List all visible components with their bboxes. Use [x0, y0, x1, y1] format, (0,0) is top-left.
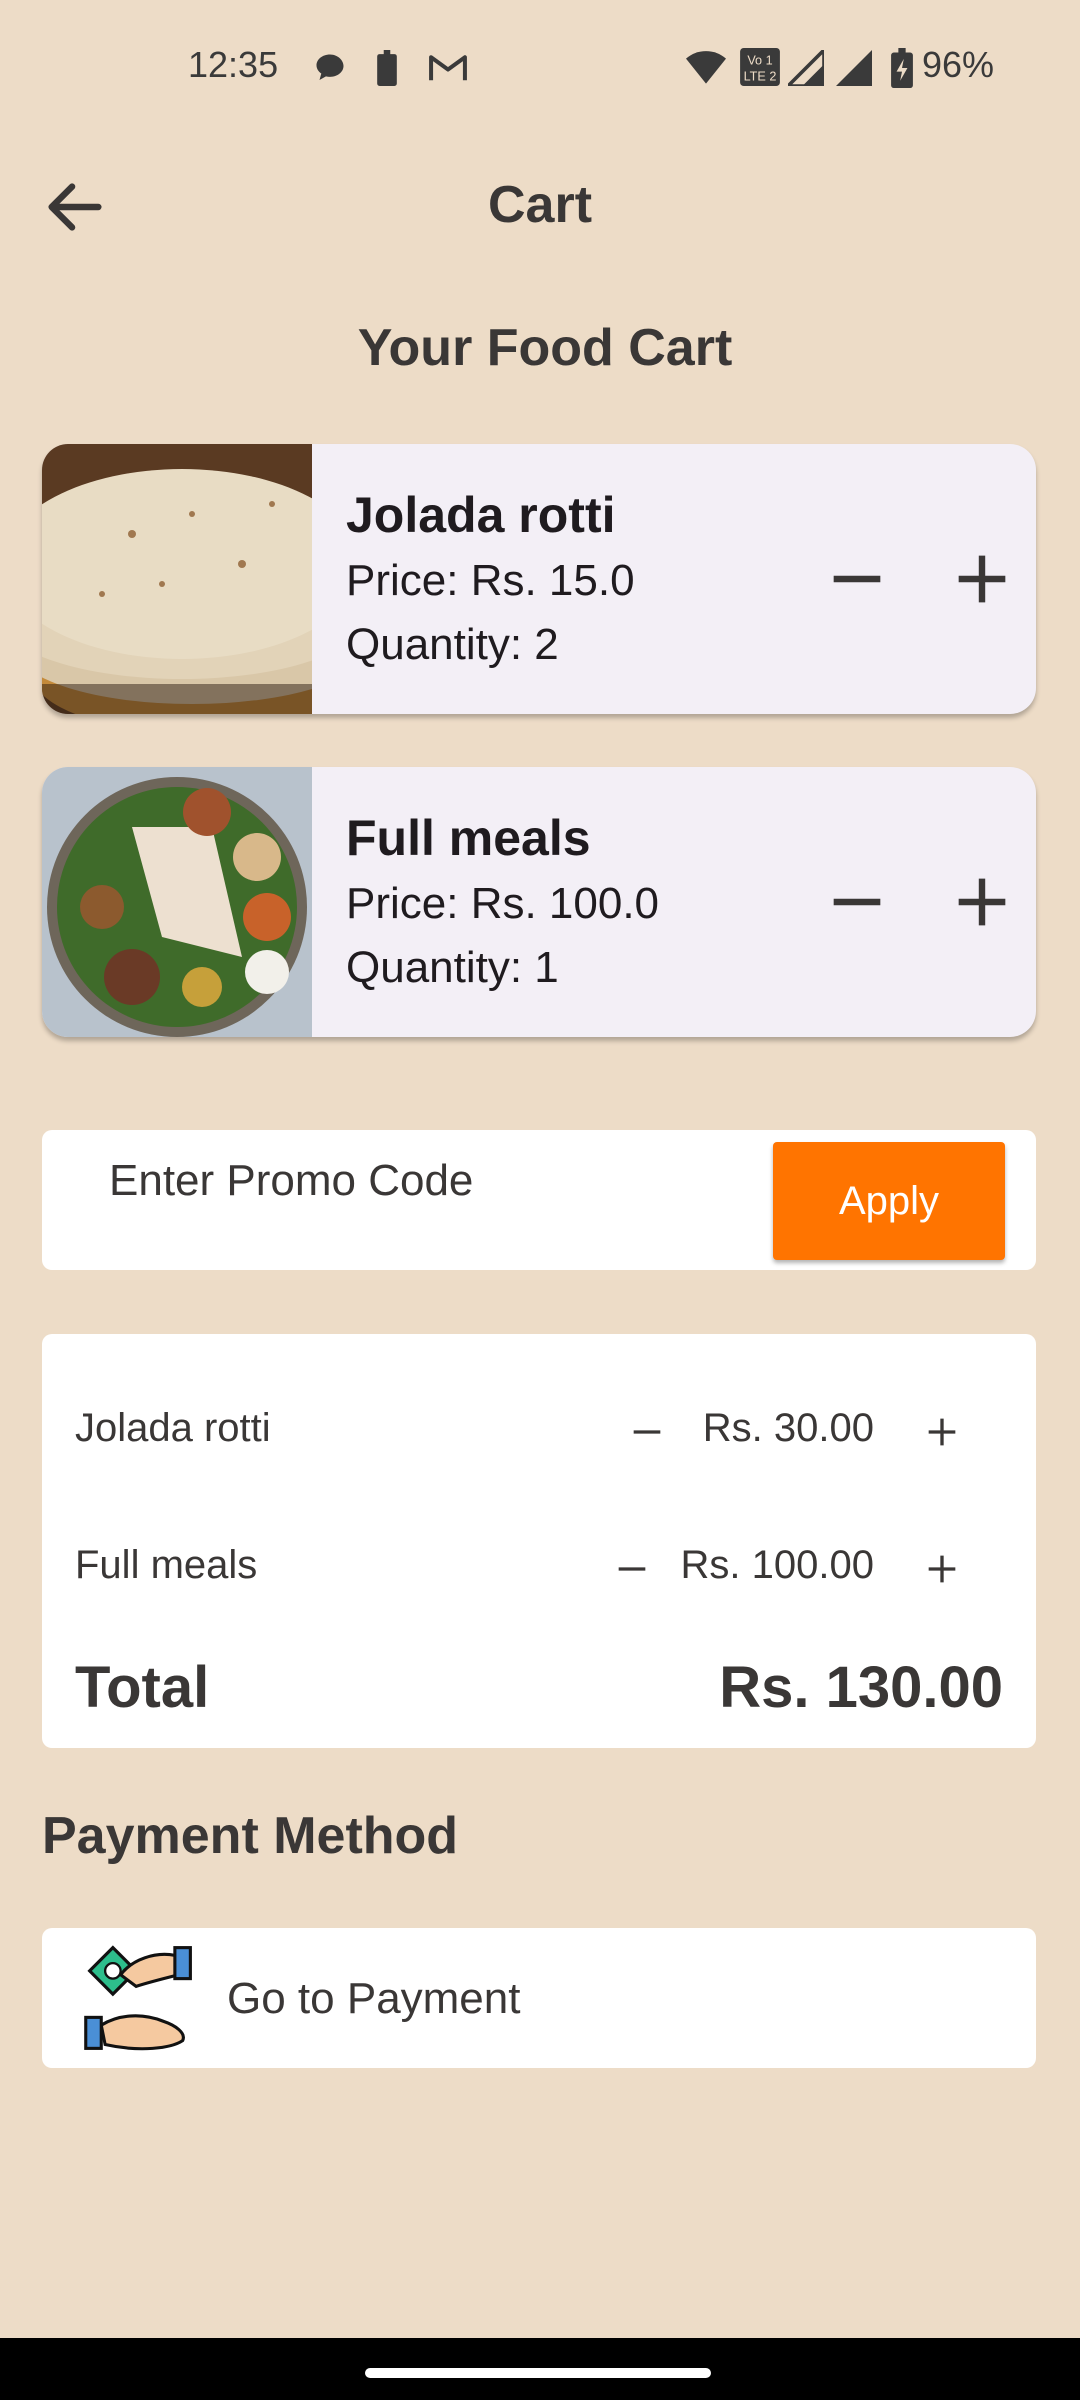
promo-code-input[interactable] [107, 1150, 711, 1212]
payment-method-title: Payment Method [42, 1807, 459, 1865]
item-quantity: Quantity: 2 [346, 620, 559, 669]
cart-item-card: Jolada rotti Price: Rs. 15.0 Quantity: 2 [42, 444, 1036, 714]
total-amount: Rs. 130.00 [719, 1655, 1003, 1720]
status-time: 12:35 [188, 44, 279, 85]
summary-row: Jolada rotti Rs. 30.00 [42, 1388, 1036, 1468]
decrease-quantity-button[interactable] [822, 544, 892, 614]
wifi-icon [686, 51, 726, 84]
item-name: Full meals [346, 810, 591, 866]
gmail-icon [429, 55, 467, 81]
summary-increase-button[interactable] [922, 1549, 962, 1589]
summary-item-name: Jolada rotti [75, 1406, 271, 1450]
svg-text:LTE 2: LTE 2 [744, 70, 777, 84]
go-to-payment-label: Go to Payment [227, 1974, 521, 2023]
summary-item-name: Full meals [75, 1543, 258, 1587]
summary-decrease-button[interactable] [612, 1549, 652, 1589]
jolada-rotti-photo [42, 444, 312, 714]
item-name: Jolada rotti [346, 487, 616, 543]
order-summary: Jolada rotti Rs. 30.00 Full meals Rs. 10… [42, 1334, 1036, 1748]
battery-charging-icon [891, 48, 913, 88]
section-title: Your Food Cart [357, 319, 733, 377]
signal-icon [836, 50, 872, 86]
home-gesture-handle[interactable] [365, 2368, 711, 2378]
cart-item-card: Full meals Price: Rs. 100.0 Quantity: 1 [42, 767, 1036, 1037]
decrease-quantity-button[interactable] [822, 867, 892, 937]
battery-small-icon [377, 50, 397, 86]
svg-text:Vo 1: Vo 1 [747, 53, 772, 67]
go-to-payment-button[interactable]: Go to Payment [42, 1928, 1036, 2068]
signal-icon [788, 50, 824, 86]
page-title: Cart [487, 176, 593, 234]
summary-item-amount: Rs. 30.00 [702, 1406, 874, 1450]
item-quantity: Quantity: 1 [346, 943, 559, 992]
increase-quantity-button[interactable] [947, 867, 1017, 937]
chat-bubble-icon [316, 54, 344, 80]
battery-percent: 96% [922, 44, 995, 85]
summary-increase-button[interactable] [922, 1412, 962, 1452]
apply-button[interactable]: Apply [773, 1142, 1005, 1260]
total-label: Total [75, 1655, 210, 1720]
item-price: Price: Rs. 100.0 [346, 879, 660, 928]
summary-decrease-button[interactable] [627, 1412, 667, 1452]
volte-icon: Vo 1 LTE 2 [740, 48, 780, 86]
summary-row: Full meals Rs. 100.00 [42, 1525, 1036, 1605]
item-price: Price: Rs. 15.0 [346, 556, 635, 605]
cash-hands-icon [84, 1945, 192, 2051]
increase-quantity-button[interactable] [947, 544, 1017, 614]
promo-code-box: Apply [42, 1130, 1036, 1270]
full-meals-photo [42, 767, 312, 1037]
summary-item-amount: Rs. 100.00 [680, 1543, 874, 1587]
